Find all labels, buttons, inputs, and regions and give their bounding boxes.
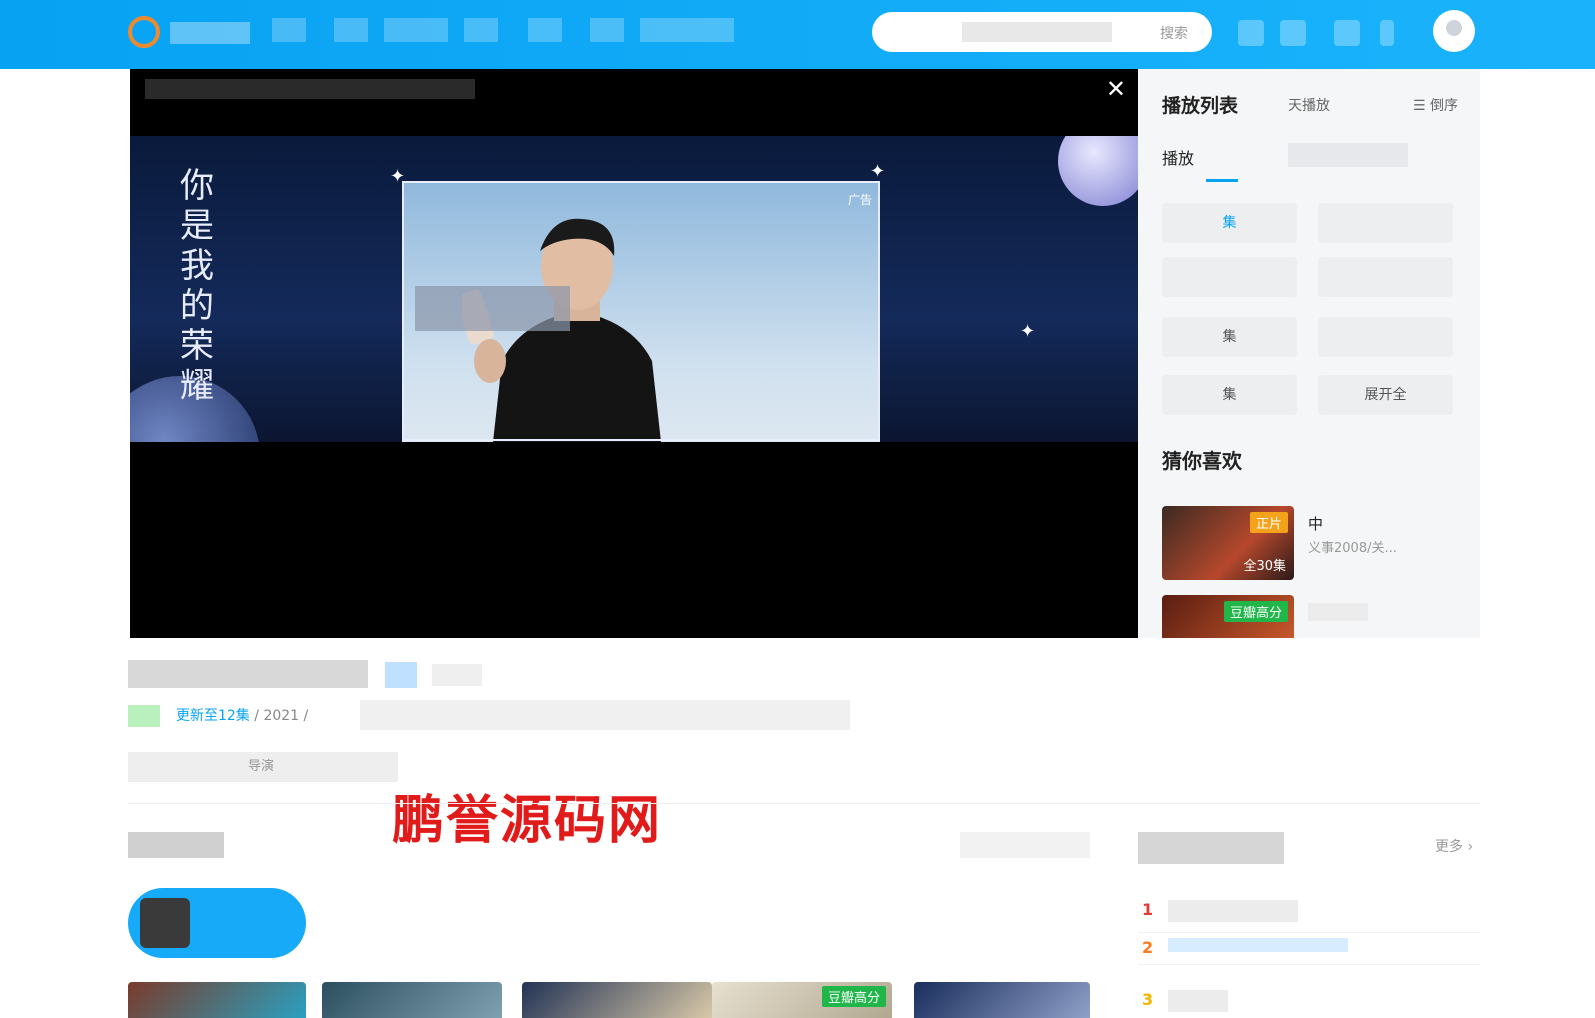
nav-item-7[interactable] [640, 18, 734, 42]
rec-badge: 豆瓣高分 [1223, 601, 1288, 622]
guess-you-like-title: 猜你喜欢 [1162, 449, 1242, 473]
ad-banner[interactable]: 你是我的荣耀 ✦ ✦ ✦ 广告 [130, 136, 1138, 442]
ad-slogan: 你是我的荣耀 [180, 166, 214, 406]
playlist-sidebar: 播放列表 天播放 ☰ 倒序 播放 集 集 集 展开全 猜你喜欢 正片 全30集 … [1138, 69, 1480, 638]
rank-number: 3 [1142, 990, 1154, 1009]
episode-button[interactable] [1162, 257, 1297, 297]
playlist-title: 播放列表 [1162, 95, 1239, 117]
site-logo-text[interactable] [170, 22, 250, 44]
rec-subtitle: 义事2008/关... [1308, 541, 1397, 556]
title-badge [385, 662, 417, 688]
video-player[interactable]: ✕ 你是我的荣耀 ✦ ✦ ✦ 广告 [130, 69, 1138, 638]
episode-button[interactable]: 集 [1162, 203, 1297, 243]
related-section-title [128, 832, 224, 858]
section-divider [128, 803, 1480, 804]
director-row: 导演 [128, 752, 398, 782]
source-tab[interactable] [1288, 143, 1408, 167]
nav-item-5[interactable] [528, 18, 562, 42]
moon-decoration [1058, 136, 1138, 206]
release-year: / 2021 / [254, 708, 309, 724]
episode-button[interactable] [1318, 257, 1453, 297]
video-meta: 更新至12集 / 2021 / [128, 705, 308, 727]
search-box[interactable]: 搜索 [872, 12, 1212, 52]
meta-actions[interactable] [360, 700, 850, 730]
search-button[interactable]: 搜索 [1160, 23, 1188, 43]
poster-card[interactable] [914, 982, 1090, 1018]
watermark-text: 鹏誉源码网 [392, 791, 663, 851]
episode-button[interactable] [1318, 317, 1453, 357]
episode-button[interactable]: 集 [1162, 317, 1297, 357]
source-label[interactable]: 播放 [1162, 145, 1194, 169]
star-icon: ✦ [1020, 321, 1036, 342]
title-extra [432, 664, 482, 686]
poster-card[interactable]: 豆瓣高分 [712, 982, 892, 1018]
video-title [128, 660, 368, 688]
rec-badge: 正片 [1249, 512, 1288, 533]
poster-card[interactable] [522, 982, 712, 1018]
poster-badge: 豆瓣高分 [821, 986, 886, 1007]
nav-item-1[interactable] [272, 18, 306, 42]
rank-number: 1 [1142, 900, 1154, 919]
related-section-nav[interactable] [960, 832, 1090, 858]
top-navbar: 搜索 [0, 0, 1595, 69]
ranking-item[interactable]: 1 [1138, 888, 1480, 933]
upload-icon[interactable] [1334, 20, 1360, 46]
star-icon: ✦ [870, 161, 886, 182]
poster-card[interactable] [322, 982, 502, 1018]
rec-episode-count: 全30集 [1243, 559, 1286, 574]
ranking-more-link[interactable]: 更多 › [1435, 836, 1473, 856]
rec-thumbnail[interactable]: 豆瓣高分 [1162, 595, 1294, 638]
ranking-title [1138, 832, 1284, 864]
poster-card[interactable] [128, 982, 306, 1018]
user-avatar[interactable] [1433, 10, 1475, 52]
expand-all-button[interactable]: 展开全 [1318, 375, 1453, 415]
close-icon[interactable]: ✕ [1106, 75, 1126, 103]
active-underline [1206, 179, 1238, 182]
actor-avatar [140, 898, 190, 948]
ranking-item[interactable]: 3 [1138, 978, 1480, 1018]
rank-number: 2 [1142, 938, 1154, 957]
playlist-tab[interactable]: 天播放 [1288, 95, 1330, 115]
sort-button[interactable]: ☰ 倒序 [1413, 95, 1458, 115]
rank-name [1168, 938, 1348, 952]
history-icon[interactable] [1238, 20, 1264, 46]
rank-name [1168, 990, 1228, 1012]
actor-chip[interactable] [128, 888, 306, 958]
nav-item-4[interactable] [464, 18, 498, 42]
update-status: 更新至12集 [176, 708, 250, 724]
meta-tag [128, 705, 160, 727]
ranking-item[interactable]: 2 [1138, 934, 1480, 965]
sort-label: 倒序 [1430, 98, 1458, 114]
download-icon[interactable] [1280, 20, 1306, 46]
rec-thumbnail[interactable]: 正片 全30集 [1162, 506, 1294, 580]
rec-title[interactable] [1308, 603, 1368, 621]
player-title [145, 79, 475, 99]
rec-title[interactable]: 中 [1308, 513, 1323, 534]
nav-item-2[interactable] [334, 18, 368, 42]
message-icon[interactable] [1380, 20, 1394, 46]
episode-button[interactable] [1318, 203, 1453, 243]
rank-name [1168, 900, 1298, 922]
director-label: 导演 [248, 759, 275, 774]
search-input[interactable] [962, 22, 1112, 42]
nav-item-6[interactable] [590, 18, 624, 42]
site-logo-icon[interactable] [128, 16, 160, 48]
nav-item-3[interactable] [384, 18, 448, 42]
ad-blur-block [415, 286, 570, 331]
episode-button[interactable]: 集 [1162, 375, 1297, 415]
